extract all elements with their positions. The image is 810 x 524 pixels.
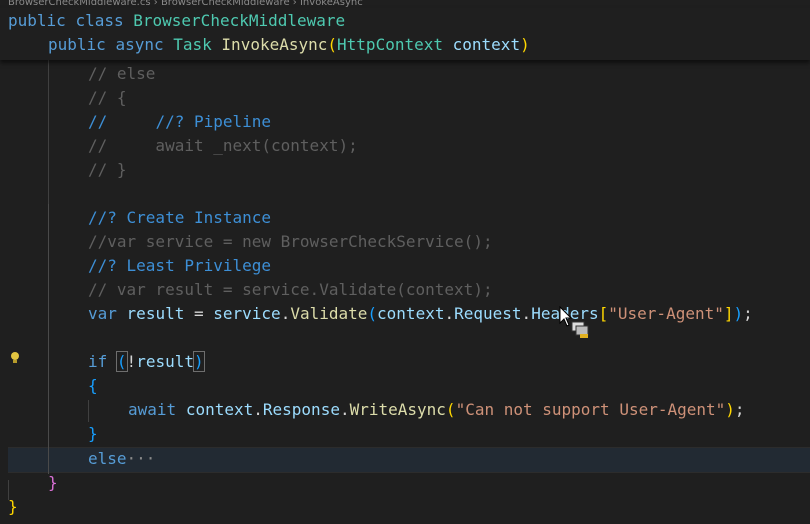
code-line: } — [48, 473, 58, 492]
folded-code-ellipsis[interactable]: ··· — [127, 449, 156, 468]
indent-guide — [48, 60, 49, 204]
code-line: } — [8, 497, 18, 516]
sticky-scroll-header[interactable]: public class BrowserCheckMiddleware publ… — [0, 8, 810, 60]
code-line: } — [88, 424, 98, 443]
code-line: //var service = new BrowserCheckService(… — [88, 232, 493, 251]
code-line: var result = service.Validate(context.Re… — [88, 304, 753, 323]
code-line: // var result = service.Validate(context… — [88, 280, 493, 299]
sticky-line-method[interactable]: public async Task InvokeAsync(HttpContex… — [48, 33, 530, 57]
code-line: await context.Response.WriteAsync("Can n… — [128, 400, 745, 419]
mouse-pointer-copy-icon — [559, 306, 589, 338]
code-line: // else — [88, 64, 156, 83]
code-line: // await _next(context); — [88, 136, 358, 155]
code-line: //? Least Privilege — [88, 256, 272, 275]
code-line: // } — [88, 160, 127, 179]
code-line: // { — [88, 88, 127, 107]
lightbulb-icon[interactable] — [10, 352, 20, 364]
indent-guide — [48, 204, 49, 474]
code-line: //? Create Instance — [88, 208, 272, 227]
code-line: if (!result) — [88, 351, 205, 372]
sticky-line-class[interactable]: public class BrowserCheckMiddleware — [8, 9, 345, 33]
code-line: { — [88, 376, 98, 395]
code-editor[interactable]: // else // { // //? Pipeline // await _n… — [0, 0, 810, 524]
code-line: // //? Pipeline — [88, 112, 272, 131]
code-line-folded[interactable]: else··· — [88, 447, 155, 471]
indent-guide — [88, 400, 89, 422]
